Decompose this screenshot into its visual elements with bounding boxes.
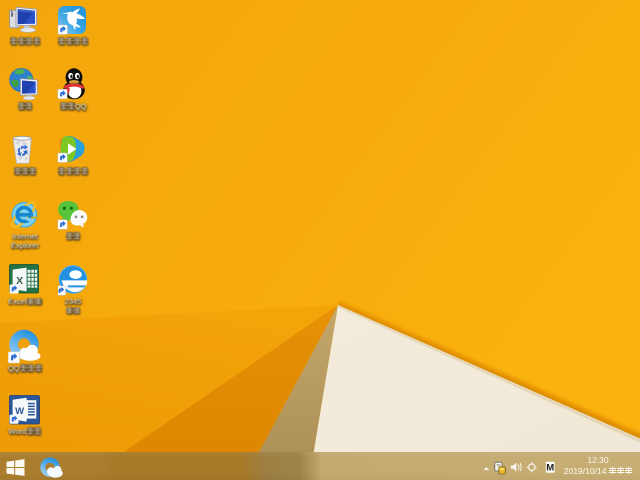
svg-text:M: M <box>546 463 554 474</box>
